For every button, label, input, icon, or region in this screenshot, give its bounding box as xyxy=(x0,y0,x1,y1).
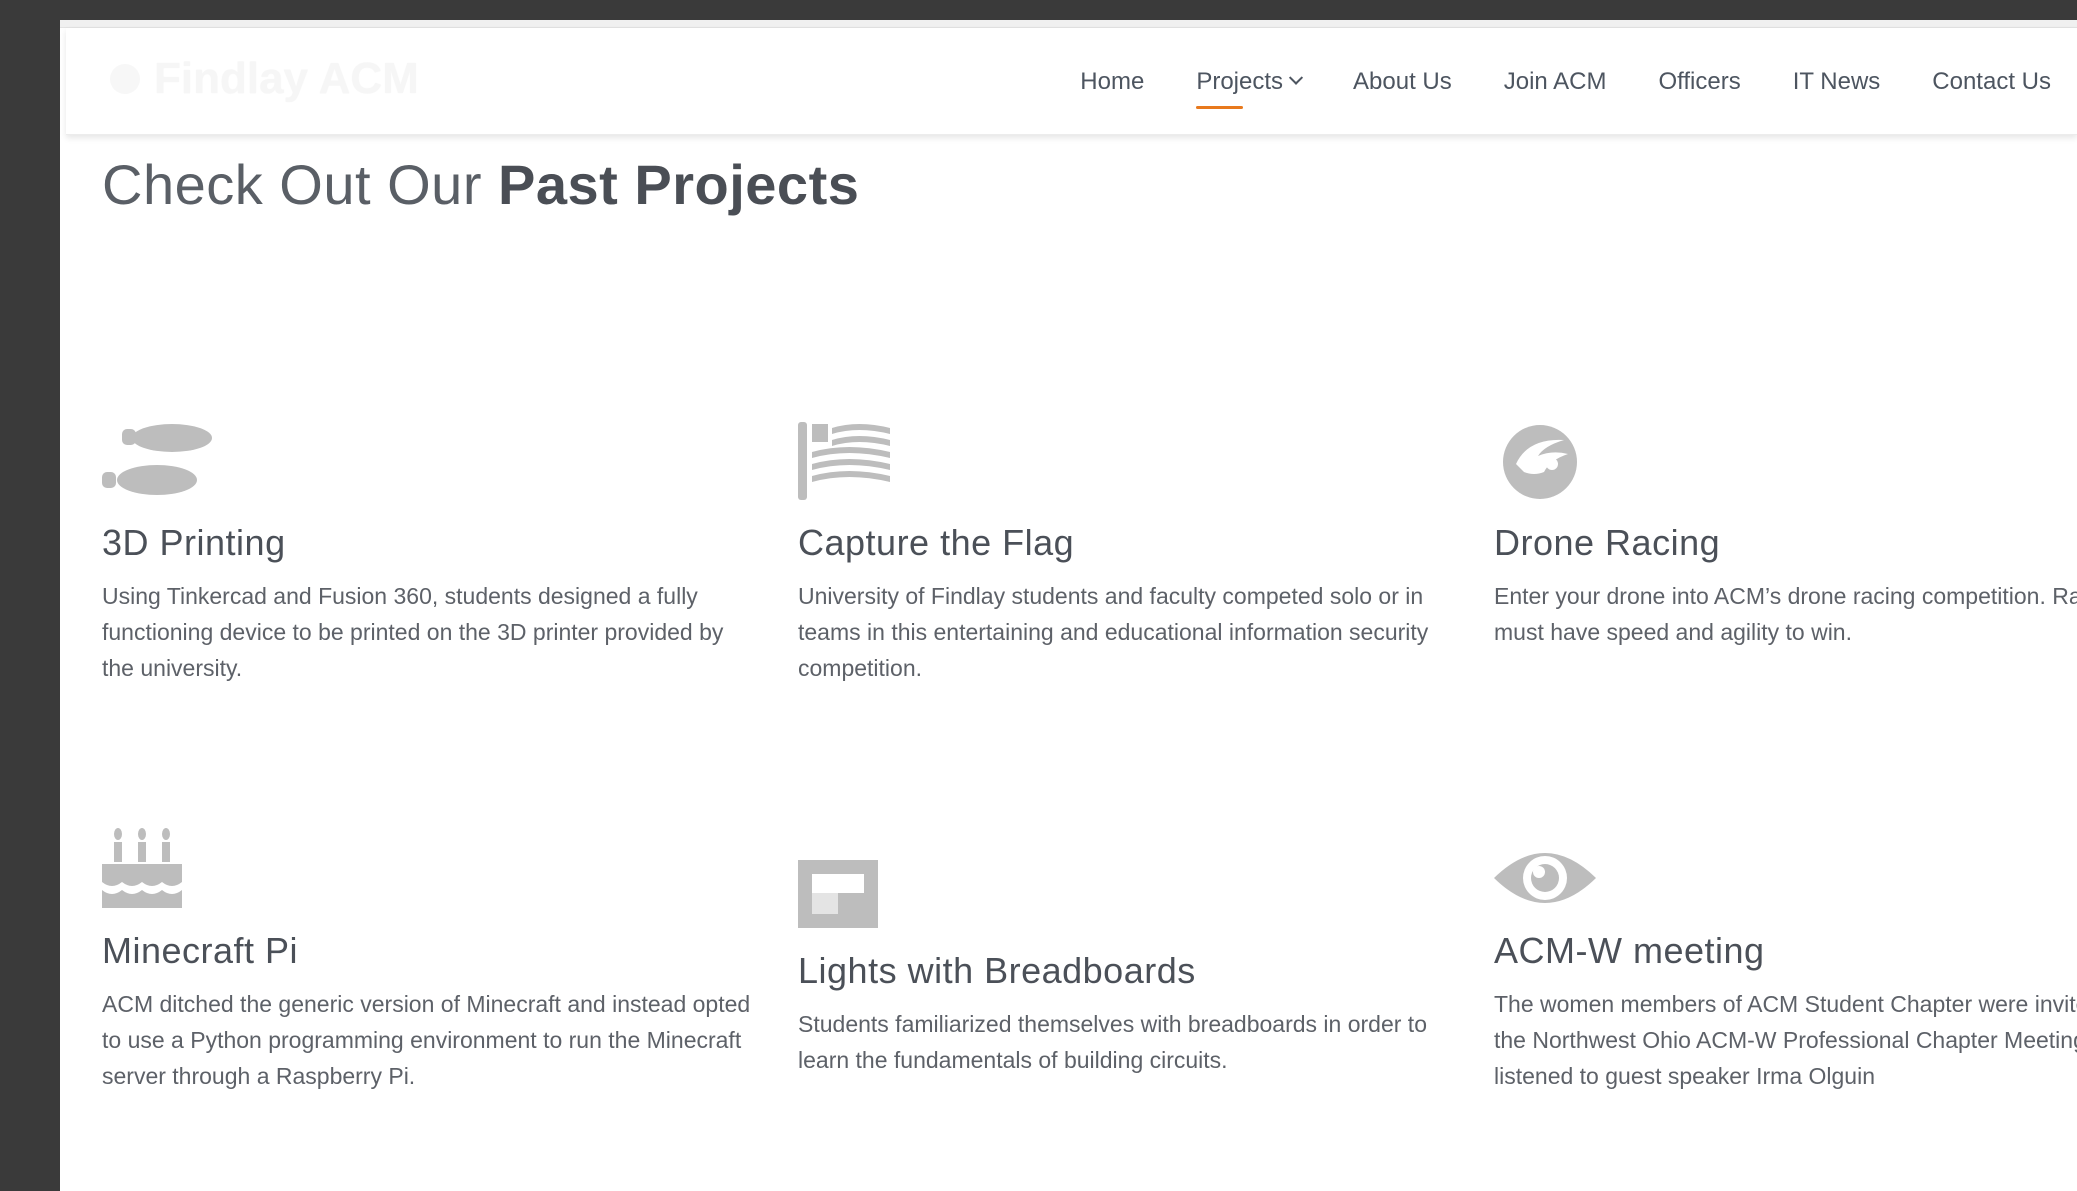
project-title: 3D Printing xyxy=(102,522,286,563)
nav-projects-label: Projects xyxy=(1196,67,1284,95)
project-title: Minecraft Pi xyxy=(102,930,299,971)
window-top-edge xyxy=(60,20,2077,28)
project-description: University of Findlay students and facul… xyxy=(798,583,1429,681)
birthday-cake-icon xyxy=(102,828,752,908)
project-title: Capture the Flag xyxy=(798,522,1075,563)
project-description: Enter your drone into ACM’s drone racing… xyxy=(1494,583,2077,645)
browser-window: Findlay ACM Home Projects About Us Join … xyxy=(60,20,2077,1191)
chevron-down-icon xyxy=(1288,70,1304,85)
nav-about-us[interactable]: About Us xyxy=(1327,28,1478,135)
main-nav: Home Projects About Us Join ACM Officers… xyxy=(1054,28,2077,135)
logo-mark-icon xyxy=(110,64,140,94)
project-card-minecraft-pi: Minecraft Pi ACM ditched the generic ver… xyxy=(102,828,752,1094)
page-title: Check Out Our Past Projects xyxy=(102,152,859,217)
project-card-3d-printing: 3D Printing Using Tinkercad and Fusion 3… xyxy=(102,420,752,686)
flipboard-icon xyxy=(798,848,1448,928)
flag-icon xyxy=(798,420,1448,500)
page-title-bold: Past Projects xyxy=(498,153,860,216)
project-card-lights-with-breadboards: Lights with Breadboards Students familia… xyxy=(798,848,1448,1078)
nav-projects[interactable]: Projects xyxy=(1170,28,1327,135)
nav-join-acm[interactable]: Join ACM xyxy=(1478,28,1633,135)
project-card-capture-the-flag: Capture the Flag University of Findlay s… xyxy=(798,420,1448,686)
site-logo[interactable]: Findlay ACM xyxy=(110,54,419,104)
rebel-logo-icon xyxy=(1494,420,2077,500)
project-title: Drone Racing xyxy=(1494,522,1721,563)
nav-it-news[interactable]: IT News xyxy=(1767,28,1907,135)
project-description: The women members of ACM Student Chapter… xyxy=(1494,991,2077,1089)
project-title: ACM-W meeting xyxy=(1494,930,1765,971)
nav-officers[interactable]: Officers xyxy=(1632,28,1766,135)
project-description: Students familiarized themselves with br… xyxy=(798,1011,1427,1073)
project-card-drone-racing: Drone Racing Enter your drone into ACM’s… xyxy=(1494,420,2077,650)
project-card-acm-w-meeting: ACM-W meeting The women members of ACM S… xyxy=(1494,828,2077,1094)
nav-home[interactable]: Home xyxy=(1054,28,1170,135)
logo-text: Findlay ACM xyxy=(154,54,419,103)
project-description: ACM ditched the generic version of Minec… xyxy=(102,991,751,1089)
shoe-prints-icon xyxy=(102,420,752,500)
eye-icon xyxy=(1494,828,2077,908)
project-description: Using Tinkercad and Fusion 360, students… xyxy=(102,583,724,681)
nav-contact-us[interactable]: Contact Us xyxy=(1906,28,2077,135)
page-title-light: Check Out Our xyxy=(102,153,499,216)
project-title: Lights with Breadboards xyxy=(798,950,1196,991)
site-header: Findlay ACM Home Projects About Us Join … xyxy=(66,28,2077,135)
